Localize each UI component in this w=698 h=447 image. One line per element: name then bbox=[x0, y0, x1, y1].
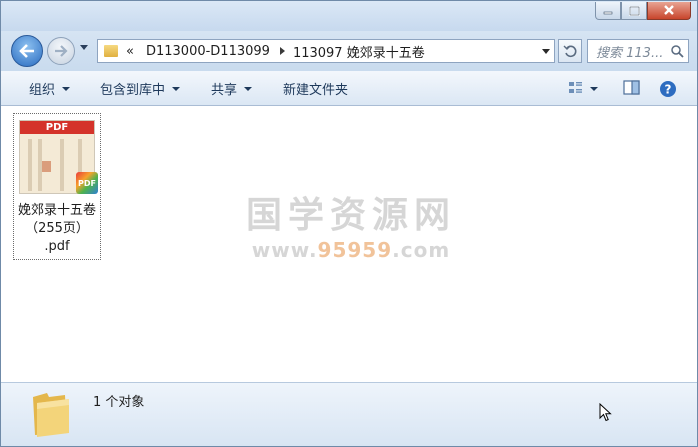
chevron-down-icon bbox=[172, 86, 181, 91]
watermark-url: www.95959.com bbox=[241, 238, 461, 262]
view-options-icon[interactable] bbox=[568, 80, 584, 96]
file-name-line: .pdf bbox=[44, 239, 70, 254]
explorer-window: « D113000-D113099 113097 娩郊录十五卷 搜索 113..… bbox=[0, 0, 698, 447]
help-icon[interactable]: ? bbox=[659, 80, 677, 98]
search-icon[interactable] bbox=[670, 44, 684, 58]
file-name-line: 娩郊录十五卷 bbox=[17, 203, 96, 218]
new-folder-label: 新建文件夹 bbox=[283, 83, 349, 98]
file-name-line: （255页） bbox=[25, 221, 89, 236]
include-in-library-menu[interactable]: 包含到库中 bbox=[100, 71, 181, 106]
share-menu[interactable]: 共享 bbox=[211, 71, 253, 106]
item-count: 1 个对象 bbox=[93, 395, 145, 410]
include-in-library-label: 包含到库中 bbox=[100, 83, 166, 98]
address-dropdown-icon[interactable] bbox=[542, 49, 550, 54]
chevron-down-icon bbox=[244, 86, 253, 91]
folder-icon bbox=[33, 393, 69, 437]
watermark-url-prefix: www. bbox=[251, 238, 318, 262]
search-input[interactable]: 搜索 113... bbox=[587, 39, 689, 63]
command-bar: 组织 包含到库中 共享 新建文件夹 ? bbox=[1, 71, 697, 106]
file-item[interactable]: PDF PDF 娩郊录十五卷 （255页） .pdf bbox=[13, 113, 101, 260]
back-button[interactable] bbox=[11, 35, 43, 67]
arrow-right-icon bbox=[55, 45, 68, 57]
watermark-url-suffix: .com bbox=[392, 238, 451, 262]
pdf-file-icon: PDF bbox=[76, 172, 98, 194]
details-pane: 1 个对象 bbox=[1, 382, 697, 446]
recent-pages-dropdown[interactable] bbox=[80, 45, 88, 50]
new-folder-button[interactable]: 新建文件夹 bbox=[283, 71, 348, 106]
preview-pane-icon[interactable] bbox=[623, 80, 641, 96]
folder-icon bbox=[104, 45, 118, 57]
address-bar[interactable]: « D113000-D113099 113097 娩郊录十五卷 bbox=[97, 39, 555, 63]
file-list-pane[interactable]: PDF PDF 娩郊录十五卷 （255页） .pdf 国学资源网 www.959… bbox=[1, 106, 697, 382]
page-column-decoration bbox=[60, 139, 64, 191]
breadcrumb-overflow[interactable]: « bbox=[126, 44, 134, 59]
thumbnail-banner: PDF bbox=[20, 121, 94, 134]
watermark-url-highlight: 95959 bbox=[317, 238, 393, 262]
search-placeholder: 搜索 113... bbox=[596, 45, 664, 61]
chevron-down-icon bbox=[62, 86, 71, 91]
watermark: 国学资源网 www.95959.com bbox=[241, 194, 461, 262]
view-dropdown-icon[interactable] bbox=[590, 87, 598, 91]
page-column-decoration bbox=[28, 139, 32, 191]
seal-decoration bbox=[42, 161, 51, 172]
refresh-button[interactable] bbox=[558, 39, 582, 63]
organize-menu[interactable]: 组织 bbox=[29, 71, 71, 106]
breadcrumb-item-current[interactable]: 113097 娩郊录十五卷 bbox=[293, 42, 425, 61]
svg-text:?: ? bbox=[665, 83, 672, 97]
organize-label: 组织 bbox=[29, 83, 56, 98]
minimize-icon bbox=[603, 11, 613, 14]
forward-button[interactable] bbox=[47, 37, 75, 65]
refresh-icon bbox=[563, 45, 577, 58]
share-label: 共享 bbox=[211, 83, 238, 98]
close-icon bbox=[664, 5, 674, 15]
navigation-bar: « D113000-D113099 113097 娩郊录十五卷 搜索 113..… bbox=[1, 31, 697, 71]
arrow-left-icon bbox=[19, 44, 34, 58]
breadcrumb-separator-icon[interactable] bbox=[279, 47, 285, 55]
maximize-icon bbox=[628, 5, 640, 16]
title-bar bbox=[1, 1, 697, 31]
maximize-button[interactable] bbox=[621, 2, 647, 20]
caption-buttons bbox=[595, 2, 691, 20]
watermark-title: 国学资源网 bbox=[245, 195, 456, 236]
close-button[interactable] bbox=[647, 2, 691, 20]
minimize-button[interactable] bbox=[595, 2, 621, 20]
breadcrumb-item-parent[interactable]: D113000-D113099 bbox=[146, 44, 270, 59]
mouse-cursor-icon bbox=[599, 403, 612, 422]
file-name: 娩郊录十五卷 （255页） .pdf bbox=[14, 202, 100, 256]
